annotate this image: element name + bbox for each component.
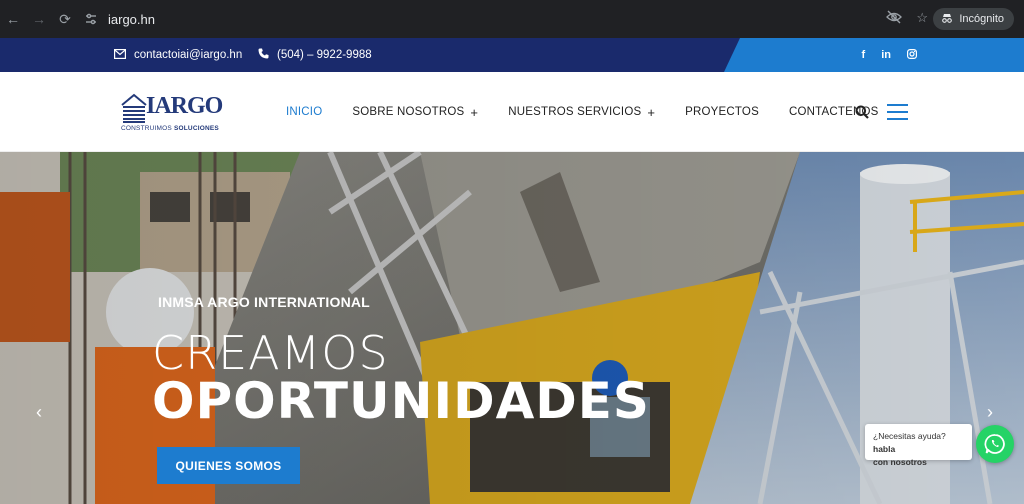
submenu-plus-icon[interactable]: + bbox=[647, 105, 655, 120]
nav-item-inicio[interactable]: INICIO bbox=[286, 106, 322, 118]
search-icon[interactable] bbox=[855, 105, 869, 119]
slider-prev-icon[interactable]: ‹ bbox=[32, 402, 46, 423]
quienes-somos-button[interactable]: QUIENES SOMOS bbox=[157, 447, 300, 484]
incognito-badge[interactable]: Incógnito bbox=[933, 8, 1014, 30]
phone-contact[interactable]: (504) – 9922-9988 bbox=[258, 38, 372, 72]
facebook-icon[interactable]: f bbox=[862, 49, 866, 61]
phone-icon bbox=[258, 48, 269, 62]
linkedin-icon[interactable]: in bbox=[881, 49, 891, 61]
incognito-icon bbox=[941, 12, 953, 27]
url-text: iargo.hn bbox=[108, 11, 155, 27]
site-header: IARGO CONSTRUIMOS SOLUCIONES INICIO SOBR… bbox=[0, 72, 1024, 152]
hero-slider: INMSA ARGO INTERNATIONAL CREAMOS OPORTUN… bbox=[0, 152, 1024, 504]
bookmark-star-icon[interactable]: ☆ bbox=[916, 10, 928, 27]
back-icon[interactable]: ← bbox=[0, 6, 26, 32]
nav-item-sobre-nosotros[interactable]: SOBRE NOSOTROS + bbox=[352, 105, 478, 120]
submenu-plus-icon[interactable]: + bbox=[470, 105, 478, 120]
whatsapp-button[interactable] bbox=[976, 425, 1014, 463]
reload-icon[interactable]: ⟳ bbox=[52, 6, 78, 32]
nav-item-nuestros-servicios[interactable]: NUESTROS SERVICIOS + bbox=[508, 105, 655, 120]
hero-kicker: INMSA ARGO INTERNATIONAL bbox=[158, 294, 370, 310]
instagram-icon[interactable] bbox=[907, 48, 918, 62]
hamburger-menu-icon[interactable] bbox=[887, 104, 908, 120]
forward-icon[interactable]: → bbox=[26, 6, 52, 32]
main-navigation: INICIO SOBRE NOSOTROS + NUESTROS SERVICIO… bbox=[286, 72, 908, 152]
phone-text: (504) – 9922-9988 bbox=[277, 49, 372, 61]
browser-toolbar: ← → ⟳ iargo.hn ☆ Incógnito bbox=[0, 0, 1024, 38]
email-text: contactoiai@iargo.hn bbox=[134, 49, 243, 61]
whatsapp-help-bubble[interactable]: ¿Necesitas ayuda? habla con nosotros bbox=[865, 424, 972, 467]
whatsapp-icon bbox=[984, 434, 1005, 454]
logo-tagline: CONSTRUIMOS SOLUCIONES bbox=[121, 125, 219, 132]
logo-wordmark: IARGO bbox=[146, 93, 223, 119]
top-info-bar: contactoiai@iargo.hn (504) – 9922-9988 f… bbox=[0, 38, 1024, 72]
email-contact[interactable]: contactoiai@iargo.hn bbox=[114, 38, 242, 72]
incognito-label: Incógnito bbox=[959, 13, 1004, 25]
logo-building-icon bbox=[121, 93, 147, 123]
slider-next-icon[interactable]: › bbox=[983, 402, 997, 423]
site-logo[interactable]: IARGO CONSTRUIMOS SOLUCIONES bbox=[120, 89, 223, 137]
social-links: f in bbox=[862, 38, 918, 72]
eye-off-icon[interactable] bbox=[886, 10, 903, 27]
envelope-icon bbox=[114, 48, 127, 62]
hero-headline-bold: OPORTUNIDADES bbox=[152, 372, 650, 430]
address-bar[interactable]: iargo.hn bbox=[82, 6, 942, 32]
site-settings-icon[interactable] bbox=[82, 10, 100, 28]
nav-item-proyectos[interactable]: PROYECTOS bbox=[685, 106, 759, 118]
